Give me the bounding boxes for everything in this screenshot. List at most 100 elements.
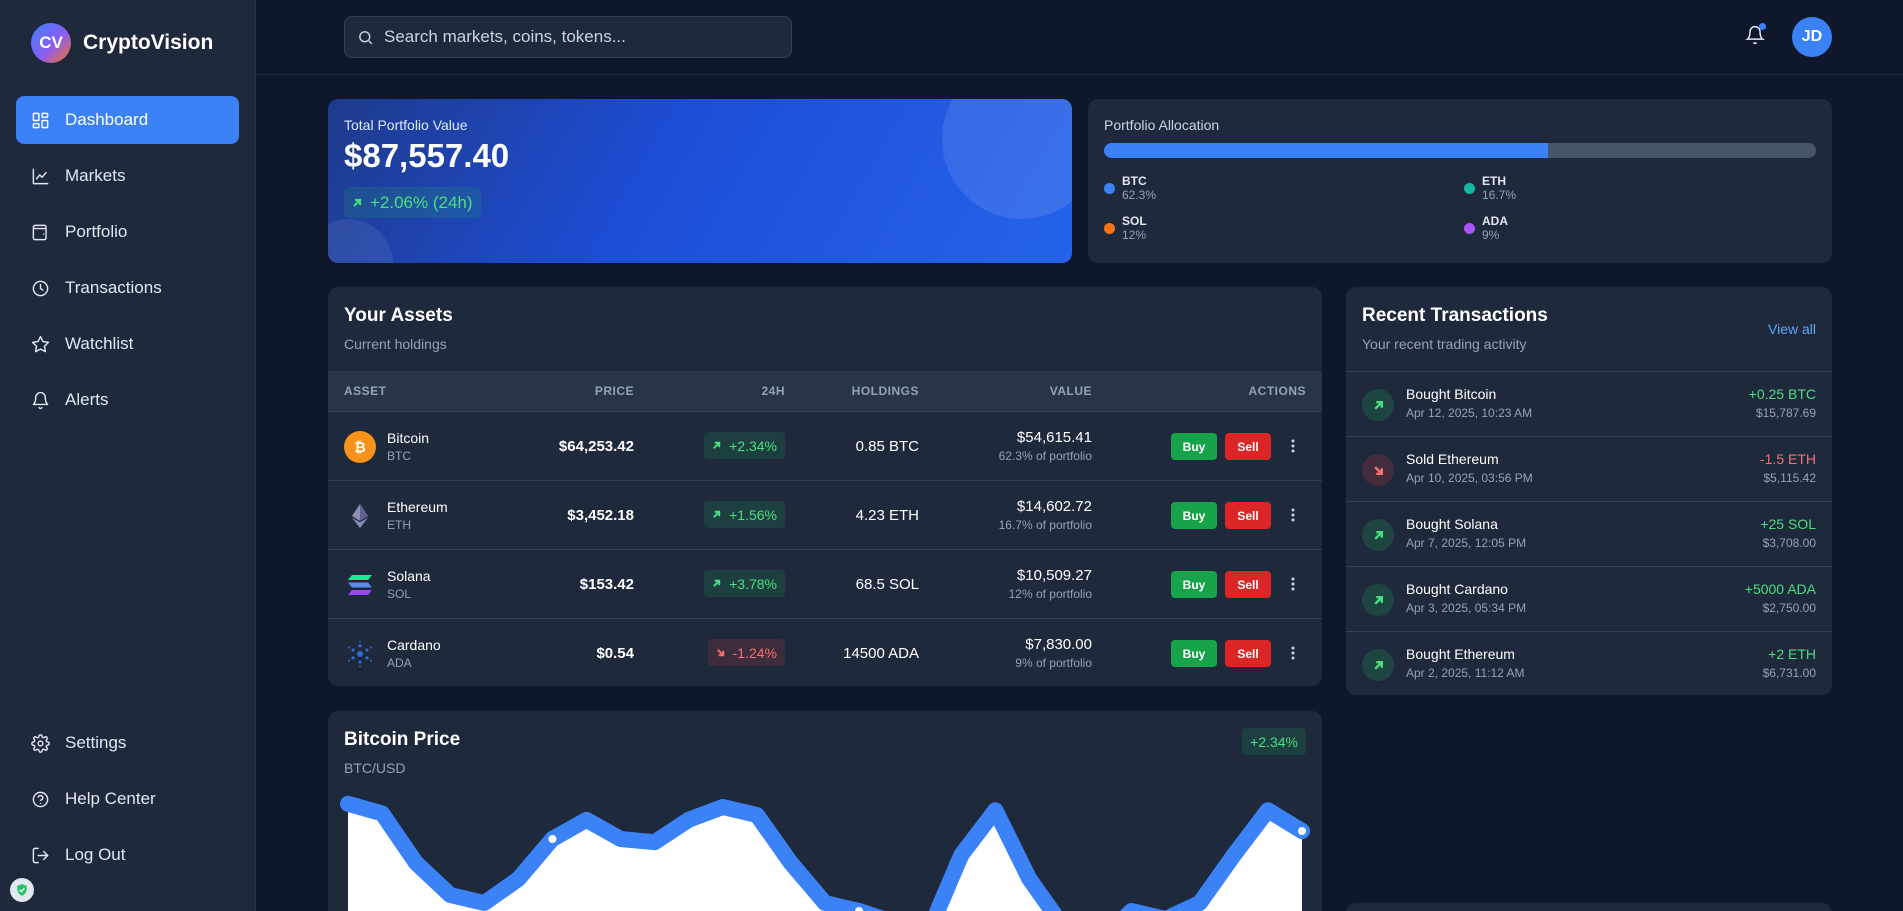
help-icon [31, 790, 50, 809]
sell-button[interactable]: Sell [1225, 433, 1271, 460]
avatar[interactable]: JD [1792, 17, 1832, 57]
transaction-title: Sold Ethereum [1406, 451, 1499, 467]
more-options-icon[interactable] [1283, 574, 1303, 594]
bitcoin-price-chart[interactable] [328, 711, 1322, 911]
shield-icon[interactable] [10, 878, 34, 902]
search-bar[interactable] [344, 16, 792, 58]
transaction-row[interactable]: Bought SolanaApr 7, 2025, 12:05 PM+25 SO… [1346, 501, 1832, 566]
more-options-icon[interactable] [1283, 436, 1303, 456]
sell-button[interactable]: Sell [1225, 571, 1271, 598]
legend-symbol: ETH [1482, 174, 1516, 188]
transaction-row[interactable]: Sold EthereumApr 10, 2025, 03:56 PM-1.5 … [1346, 436, 1832, 501]
transaction-row[interactable]: Bought EthereumApr 2, 2025, 11:12 AM+2 E… [1346, 631, 1832, 695]
column-header-24h[interactable]: 24H [761, 384, 785, 398]
buy-button[interactable]: Buy [1171, 571, 1217, 598]
portfolio-allocation-card: Portfolio Allocation BTC62.3% ETH16.7% S… [1088, 99, 1832, 263]
asset-price: $153.42 [580, 576, 634, 593]
brand-name: CryptoVision [83, 31, 213, 55]
portfolio-change-text: +2.06% (24h) [370, 193, 473, 213]
sidebar-item-transactions[interactable]: Transactions [16, 264, 239, 312]
wallet-icon [31, 223, 50, 242]
legend-dot [1104, 183, 1115, 194]
table-row[interactable]: Solana SOL $153.42 +3.78% 68.5 SOL $10,5… [328, 549, 1322, 618]
transaction-usd-value: $2,750.00 [1763, 601, 1816, 615]
transaction-usd-value: $6,731.00 [1763, 666, 1816, 680]
arrow-up-right-icon [712, 579, 721, 588]
arrow-up-right-icon [712, 510, 721, 519]
sidebar-nav: Dashboard Markets Portfolio Transactions… [16, 96, 239, 432]
chart-data-point[interactable] [1296, 825, 1308, 837]
table-row[interactable]: Ethereum ETH $3,452.18 +1.56% 4.23 ETH $… [328, 480, 1322, 549]
asset-value: $7,830.00 [1025, 636, 1092, 653]
notification-dot [1759, 23, 1766, 30]
column-header-value[interactable]: VALUE [1050, 384, 1092, 398]
transaction-row[interactable]: Bought BitcoinApr 12, 2025, 10:23 AM+0.2… [1346, 371, 1832, 436]
arrow-up-right-icon [712, 441, 721, 450]
column-header-price[interactable]: PRICE [595, 384, 634, 398]
buy-button[interactable]: Buy [1171, 640, 1217, 667]
search-icon [357, 29, 374, 46]
buy-button[interactable]: Buy [1171, 502, 1217, 529]
table-row[interactable]: Cardano ADA $0.54 -1.24% 14500 ADA $7,83… [328, 618, 1322, 686]
asset-name: Bitcoin [387, 430, 429, 446]
chart-data-point[interactable] [546, 833, 558, 845]
logout-icon [31, 846, 50, 865]
table-row[interactable]: ₿ Bitcoin BTC $64,253.42 +2.34% 0.85 BTC… [328, 411, 1322, 480]
transaction-title: Bought Cardano [1406, 581, 1508, 597]
sidebar-item-help-center[interactable]: Help Center [16, 775, 239, 823]
recent-transactions-card: Recent Transactions Your recent trading … [1346, 287, 1832, 695]
transaction-date: Apr 10, 2025, 03:56 PM [1406, 471, 1533, 485]
sidebar-item-log-out[interactable]: Log Out [16, 831, 239, 879]
asset-name: Ethereum [387, 499, 448, 515]
change-badge: +1.56% [704, 501, 785, 528]
sidebar-item-watchlist[interactable]: Watchlist [16, 320, 239, 368]
transaction-title: Bought Solana [1406, 516, 1498, 532]
asset-holdings: 68.5 SOL [856, 576, 919, 593]
arrow-up-right-icon [1362, 519, 1394, 551]
column-header-holdings[interactable]: HOLDINGS [852, 384, 919, 398]
asset-value: $54,615.41 [1017, 429, 1092, 446]
portfolio-value: $87,557.40 [344, 137, 509, 175]
gear-icon [31, 734, 50, 753]
sell-button[interactable]: Sell [1225, 640, 1271, 667]
transaction-row[interactable]: Bought CardanoApr 3, 2025, 05:34 PM+5000… [1346, 566, 1832, 631]
buy-button[interactable]: Buy [1171, 433, 1217, 460]
sidebar-item-dashboard[interactable]: Dashboard [16, 96, 239, 144]
sidebar-item-settings[interactable]: Settings [16, 719, 239, 767]
chart-line-icon [31, 167, 50, 186]
column-header-asset[interactable]: ASSET [344, 384, 387, 398]
more-options-icon[interactable] [1283, 505, 1303, 525]
transaction-title: Bought Bitcoin [1406, 386, 1496, 402]
transaction-date: Apr 3, 2025, 05:34 PM [1406, 601, 1526, 615]
clock-icon [31, 279, 50, 298]
asset-holdings: 14500 ADA [843, 645, 919, 662]
asset-holdings: 0.85 BTC [856, 438, 919, 455]
sidebar-item-markets[interactable]: Markets [16, 152, 239, 200]
notifications-button[interactable] [1745, 25, 1769, 49]
svg-text:₿: ₿ [354, 440, 366, 456]
secondary-card [1346, 903, 1832, 911]
change-badge: -1.24% [708, 639, 785, 666]
portfolio-value-card: Total Portfolio Value $87,557.40 +2.06% … [328, 99, 1072, 263]
sell-button[interactable]: Sell [1225, 502, 1271, 529]
search-input[interactable] [384, 27, 784, 47]
sidebar-item-portfolio[interactable]: Portfolio [16, 208, 239, 256]
sidebar-item-alerts[interactable]: Alerts [16, 376, 239, 424]
chart-series-line [348, 804, 1302, 911]
legend-dot [1464, 183, 1475, 194]
asset-portfolio-share: 9% of portfolio [1015, 656, 1092, 670]
chart-data-point[interactable] [853, 905, 865, 911]
legend-percent: 9% [1482, 228, 1508, 242]
change-badge: +3.78% [704, 570, 785, 597]
brand[interactable]: CV CryptoVision [31, 23, 213, 63]
sidebar-item-label: Markets [65, 166, 125, 186]
sidebar-item-label: Log Out [65, 845, 126, 865]
view-all-link[interactable]: View all [1768, 321, 1816, 337]
solana-icon [344, 569, 376, 601]
allocation-title: Portfolio Allocation [1104, 117, 1219, 133]
more-options-icon[interactable] [1283, 643, 1303, 663]
asset-symbol: BTC [387, 449, 411, 463]
arrow-up-right-icon [1362, 389, 1394, 421]
asset-value: $10,509.27 [1017, 567, 1092, 584]
arrow-down-right-icon [716, 648, 725, 657]
